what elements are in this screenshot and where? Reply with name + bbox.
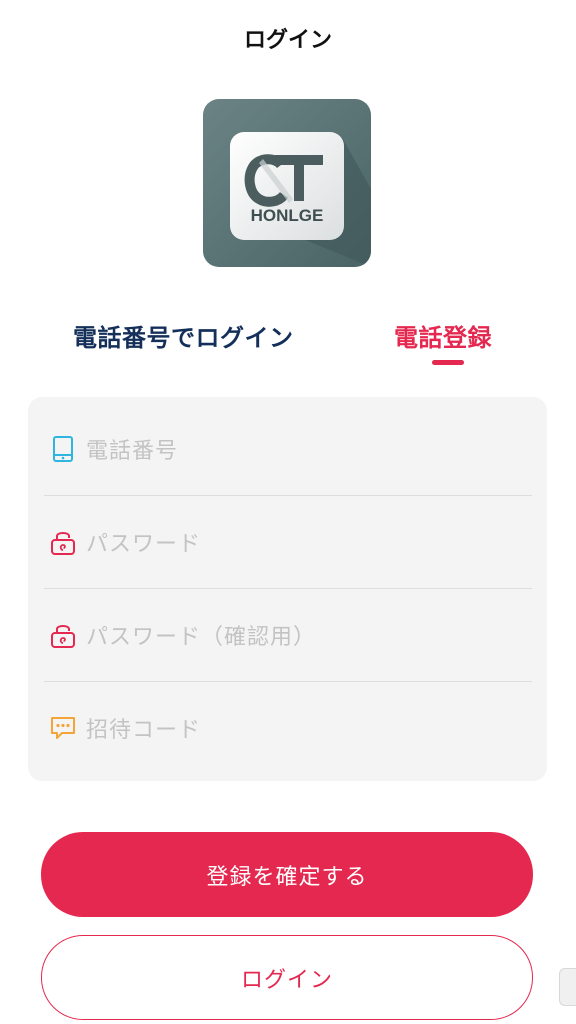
phone-field[interactable]: 電話番号 [44, 403, 532, 495]
logo-text: HONLGE [251, 206, 324, 225]
floating-side-handle[interactable] [559, 968, 576, 1006]
password-field[interactable]: パスワード [44, 496, 532, 588]
lock-icon [46, 618, 80, 652]
confirm-register-button[interactable]: 登録を確定する [41, 832, 533, 917]
invite-code-field-placeholder: 招待コード [86, 718, 202, 743]
lock-icon [46, 525, 80, 559]
tab-phone-register[interactable]: 電話登録 [394, 318, 492, 353]
login-button[interactable]: ログイン [41, 935, 533, 1020]
confirm-password-field[interactable]: パスワード（確認用） [44, 589, 532, 681]
phone-icon [46, 432, 80, 466]
app-logo: HONLGE [203, 99, 371, 267]
active-tab-indicator [432, 360, 464, 365]
register-screen: ログイン HONLGE 電話番号でログイン 電話登録 電話番号 パスワード パス… [0, 0, 576, 1024]
page-title: ログイン [243, 28, 332, 53]
phone-field-placeholder: 電話番号 [86, 439, 179, 464]
tab-phone-login[interactable]: 電話番号でログイン [73, 318, 294, 353]
password-field-placeholder: パスワード [86, 532, 202, 557]
message-icon [46, 711, 80, 745]
confirm-password-field-placeholder: パスワード（確認用） [86, 625, 317, 650]
register-form: 電話番号 パスワード パスワード（確認用） 招待コード [28, 397, 547, 781]
invite-code-field[interactable]: 招待コード [44, 682, 532, 774]
